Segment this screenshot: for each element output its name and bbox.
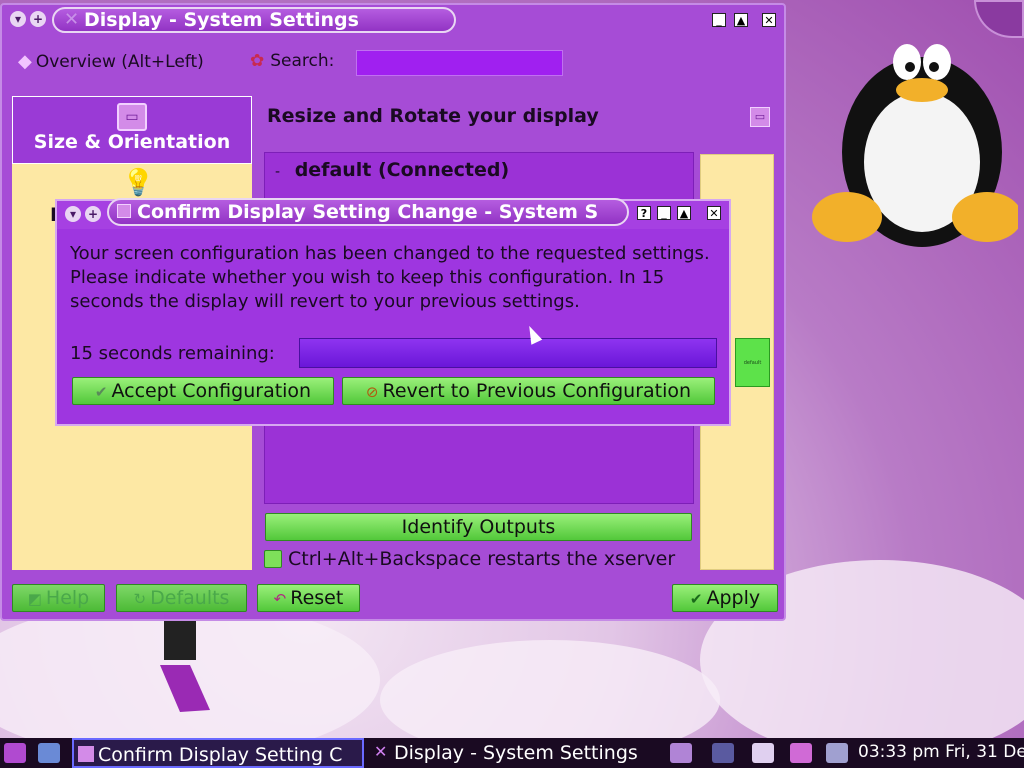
defaults-icon: ↻ [133, 590, 147, 608]
accept-label: Accept Configuration [111, 380, 312, 402]
apply-check-icon: ✔ [689, 590, 703, 608]
clipboard-icon[interactable] [752, 743, 774, 763]
countdown-progress-bar [299, 338, 717, 368]
dialog-title: Confirm Display Setting Change - System … [107, 198, 629, 226]
sidebar-item-size-orientation[interactable]: ▭ Size & Orientation [12, 96, 252, 164]
volume-icon[interactable] [826, 743, 848, 763]
reset-label: Reset [290, 587, 344, 609]
apply-button[interactable]: ✔ Apply [672, 584, 778, 612]
search-icon: ✿ [250, 51, 265, 71]
sidebar-item-label: Size & Orientation [33, 131, 231, 153]
file-manager-icon[interactable] [38, 743, 60, 763]
dialog-close-icon[interactable]: ✕ [707, 206, 721, 220]
page-title: Resize and Rotate your display [267, 105, 599, 127]
confirm-dialog: ▾ + Confirm Display Setting Change - Sys… [55, 198, 731, 426]
preview-screen[interactable]: default [735, 338, 770, 387]
task-display-settings[interactable]: ✕ Display - System Settings [370, 738, 660, 768]
dialog-menu-icon[interactable]: ▾ [65, 206, 81, 222]
search-label: ✿ Search: [250, 51, 334, 71]
clock-time: 03:33 pm [858, 742, 940, 762]
maximize-icon[interactable]: ▲ [734, 13, 748, 27]
countdown-progress-fill [300, 339, 716, 367]
back-arrow-icon: ◆ [18, 51, 32, 72]
xserver-restart-checkbox[interactable] [264, 550, 282, 568]
dialog-message: Your screen configuration has been chang… [70, 243, 710, 312]
help-label: Help [45, 587, 90, 609]
output-header[interactable]: - default (Connected) [275, 159, 509, 181]
defaults-button[interactable]: ↻ Defaults [116, 584, 247, 612]
display-icon: ▭ [750, 107, 770, 127]
revert-cancel-icon: ⊘ [365, 383, 379, 401]
monitor-icon: ▭ [117, 103, 147, 131]
taskbar: Confirm Display Setting C ✕ Display - Sy… [0, 738, 1024, 768]
accept-check-icon: ✔ [94, 383, 108, 401]
output-header-label: default (Connected) [294, 159, 510, 181]
minimize-icon[interactable]: _ [712, 13, 726, 27]
help-question-icon[interactable]: ? [637, 206, 651, 220]
collapse-icon[interactable]: - [275, 164, 280, 180]
help-icon: ◩ [27, 590, 42, 608]
dialog-title-text: Confirm Display Setting Change - System … [137, 201, 599, 223]
window-title: ✕ Display - System Settings [52, 7, 456, 33]
clock[interactable]: 03:33 pm Fri, 31 Dec [858, 738, 1024, 766]
xserver-restart-label: Ctrl+Alt+Backspace restarts the xserver [288, 548, 676, 570]
tux-penguin-wallpaper [812, 44, 1018, 247]
toolbar: ◆ Overview (Alt+Left) ✿ Search: [2, 41, 784, 85]
network-icon[interactable] [670, 743, 692, 763]
dialog-maximize-icon[interactable]: ▲ [677, 206, 691, 220]
accept-configuration-button[interactable]: ✔ Accept Configuration [72, 377, 334, 405]
reset-icon: ↶ [273, 590, 287, 608]
countdown-label: 15 seconds remaining: [70, 343, 275, 364]
reset-button[interactable]: ↶ Reset [257, 584, 360, 612]
revert-configuration-button[interactable]: ⊘ Revert to Previous Configuration [342, 377, 715, 405]
lightbulb-icon[interactable]: 💡 [122, 168, 154, 198]
clock-date: Fri, 31 Dec [945, 742, 1024, 762]
task-monitor-icon [78, 746, 94, 762]
settings-tools-icon: ✕ [64, 9, 80, 30]
dialog-minimize-icon[interactable]: _ [657, 206, 671, 220]
task-confirm-dialog[interactable]: Confirm Display Setting C [72, 738, 364, 768]
revert-label: Revert to Previous Configuration [382, 380, 692, 402]
dialog-titlebar[interactable]: ▾ + Confirm Display Setting Change - Sys… [57, 198, 729, 229]
dialog-pin-icon[interactable]: + [85, 206, 101, 222]
window-menu-icon[interactable]: ▾ [10, 11, 26, 27]
preview-screen-label: default [743, 360, 762, 366]
apply-label: Apply [706, 587, 761, 609]
defaults-label: Defaults [150, 587, 230, 609]
dialog-monitor-icon [117, 204, 131, 218]
xserver-restart-option[interactable]: Ctrl+Alt+Backspace restarts the xserver [264, 548, 675, 570]
overview-button[interactable]: ◆ Overview (Alt+Left) [18, 51, 204, 72]
window-titlebar[interactable]: ▾ + ✕ Display - System Settings _ ▲ ✕ [2, 5, 784, 35]
identify-outputs-button[interactable]: Identify Outputs [265, 513, 692, 541]
legs-wallpaper [160, 620, 210, 712]
task-label: Confirm Display Setting C [98, 744, 343, 766]
window-pin-icon[interactable]: + [30, 11, 46, 27]
help-button[interactable]: ◩ Help [12, 584, 105, 612]
overview-label: Overview (Alt+Left) [35, 51, 204, 72]
search-label-text: Search: [270, 51, 335, 71]
identify-outputs-label: Identify Outputs [401, 516, 556, 538]
window-title-text: Display - System Settings [84, 9, 359, 31]
app-launcher-icon[interactable] [4, 743, 26, 763]
search-input[interactable] [356, 50, 563, 76]
close-icon[interactable]: ✕ [762, 13, 776, 27]
battery-icon[interactable] [712, 743, 734, 763]
task-tools-icon: ✕ [374, 742, 388, 761]
notifications-icon[interactable] [790, 743, 812, 763]
task-label: Display - System Settings [394, 742, 638, 764]
